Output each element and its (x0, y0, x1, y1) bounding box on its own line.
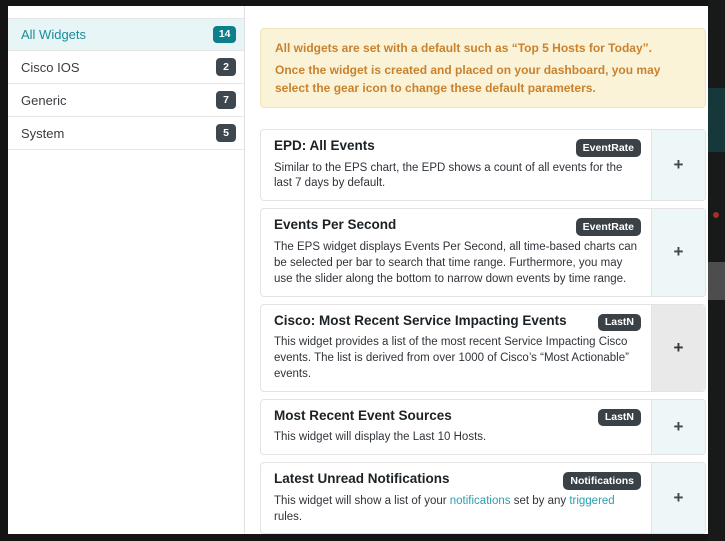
widget-title: Events Per Second (274, 217, 397, 233)
widget-card: Latest Unread Notifications Notification… (260, 462, 706, 534)
widget-card-body: Latest Unread Notifications Notification… (261, 463, 651, 533)
sidebar-item-all-widgets[interactable]: All Widgets 14 (8, 18, 244, 51)
widget-card: Most Recent Event Sources LastN This wid… (260, 398, 706, 456)
count-badge: 7 (216, 91, 236, 109)
add-widget-button[interactable]: + (651, 463, 705, 534)
widget-list-pane: All widgets are set with a default such … (253, 6, 708, 534)
sidebar-item-generic[interactable]: Generic 7 (8, 84, 244, 117)
sidebar-item-label: Cisco IOS (21, 59, 80, 75)
alert-line-2: Once the widget is created and placed on… (275, 63, 661, 95)
add-widget-button[interactable]: + (651, 304, 705, 391)
sidebar-item-label: All Widgets (21, 27, 87, 42)
count-badge: 2 (216, 58, 236, 76)
widget-title: EPD: All Events (274, 138, 375, 153)
alert-line-1: All widgets are set with a default such … (275, 41, 652, 55)
backdrop-red-dot (713, 212, 719, 218)
plus-icon: + (673, 416, 684, 436)
sidebar-item-system[interactable]: System 5 (8, 117, 244, 150)
backdrop-teal-fragment (708, 88, 725, 152)
plus-icon: + (673, 242, 684, 262)
widget-description: The EPS widget displays Events Per Secon… (274, 240, 638, 285)
widget-card-body: Events Per Second EventRate The EPS widg… (261, 209, 651, 295)
sidebar-item-label: System (21, 125, 65, 141)
widget-title: Latest Unread Notifications (274, 471, 450, 487)
widget-category-badge: EventRate (575, 218, 641, 236)
plus-icon: + (673, 488, 684, 508)
widget-title: Most Recent Event Sources (274, 407, 452, 423)
plus-icon: + (673, 155, 684, 175)
category-sidebar: All Widgets 14 Cisco IOS 2 Generic 7 Sys… (8, 18, 244, 150)
widget-card-body: Most Recent Event Sources LastN This wid… (261, 400, 651, 454)
description-text: rules. (274, 510, 303, 523)
notifications-link[interactable]: notifications (450, 495, 511, 507)
add-widget-button[interactable]: + (651, 399, 705, 455)
count-badge: 14 (213, 25, 236, 44)
widget-category-badge: EventRate (575, 139, 641, 157)
widget-category-badge: LastN (597, 313, 641, 332)
widget-card-body: EPD: All Events EventRate Similar to the… (261, 130, 651, 200)
info-alert: All widgets are set with a default such … (260, 28, 706, 108)
sidebar-item-cisco-ios[interactable]: Cisco IOS 2 (8, 51, 244, 84)
widget-card-body: Cisco: Most Recent Service Impacting Eve… (261, 305, 651, 391)
widget-title: Cisco: Most Recent Service Impacting Eve… (274, 312, 567, 328)
widget-card: Cisco: Most Recent Service Impacting Eve… (260, 303, 706, 392)
widget-card: Events Per Second EventRate The EPS widg… (260, 208, 706, 297)
widget-description: Similar to the EPS chart, the EPD shows … (274, 161, 623, 190)
plus-icon: + (673, 337, 684, 357)
description-text: This widget will show a list of your (274, 494, 450, 507)
widget-gallery-panel: All Widgets 14 Cisco IOS 2 Generic 7 Sys… (8, 6, 708, 534)
widget-description: This widget will show a list of your not… (274, 494, 641, 526)
widget-description: This widget provides a list of the most … (274, 336, 629, 380)
widget-card: EPD: All Events EventRate Similar to the… (260, 129, 706, 202)
triggered-link[interactable]: triggered (569, 495, 614, 507)
count-badge: 5 (216, 124, 236, 142)
sidebar-item-label: Generic (21, 92, 67, 108)
description-text: set by any (510, 494, 570, 507)
add-widget-button[interactable]: + (651, 209, 705, 296)
widget-description: This widget will display the Last 10 Hos… (274, 431, 487, 444)
widget-category-badge: Notifications (563, 472, 641, 490)
sidebar-divider (244, 6, 245, 534)
backdrop-gray-fragment (708, 262, 725, 300)
add-widget-button[interactable]: + (651, 130, 705, 201)
widget-category-badge: LastN (597, 408, 641, 427)
